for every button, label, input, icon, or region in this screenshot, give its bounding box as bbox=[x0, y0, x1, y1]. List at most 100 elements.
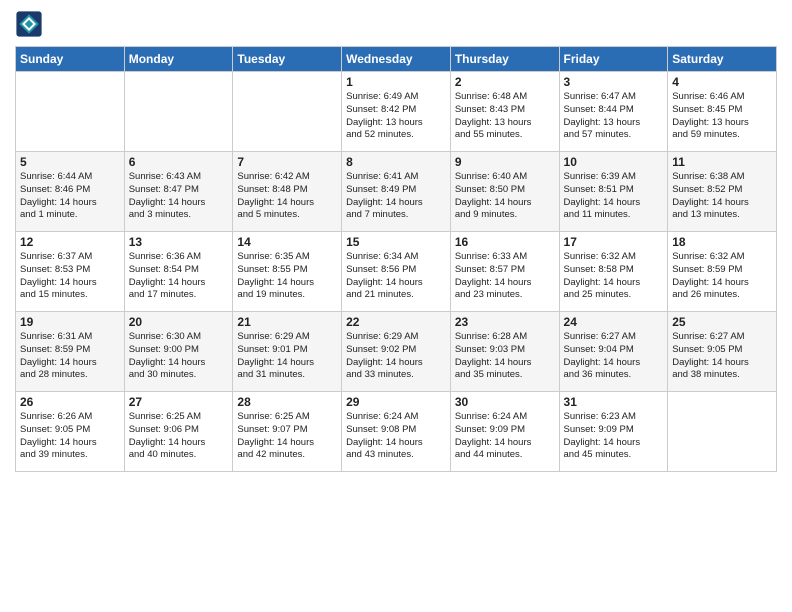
header-wednesday: Wednesday bbox=[342, 47, 451, 72]
day-info: Sunrise: 6:31 AM Sunset: 8:59 PM Dayligh… bbox=[20, 331, 120, 382]
calendar-cell: 25Sunrise: 6:27 AM Sunset: 9:05 PM Dayli… bbox=[668, 312, 777, 392]
calendar-cell: 22Sunrise: 6:29 AM Sunset: 9:02 PM Dayli… bbox=[342, 312, 451, 392]
day-number: 11 bbox=[672, 155, 772, 169]
day-number: 1 bbox=[346, 75, 446, 89]
day-info: Sunrise: 6:25 AM Sunset: 9:07 PM Dayligh… bbox=[237, 411, 337, 462]
calendar-cell bbox=[16, 72, 125, 152]
calendar-week-3: 12 Sunrise: 6:37 AM Sunset: 8:53 PM Dayli… bbox=[16, 232, 777, 312]
calendar-week-2: 5 Sunrise: 6:44 AM Sunset: 8:46 PM Daylig… bbox=[16, 152, 777, 232]
calendar-cell: 26Sunrise: 6:26 AM Sunset: 9:05 PM Dayli… bbox=[16, 392, 125, 472]
header-monday: Monday bbox=[124, 47, 233, 72]
calendar-cell: 18 Sunrise: 6:32 AM Sunset: 8:59 PM Dayli… bbox=[668, 232, 777, 312]
header bbox=[15, 10, 777, 38]
calendar-cell: 6 Sunrise: 6:43 AM Sunset: 8:47 PM Daylig… bbox=[124, 152, 233, 232]
day-info: Sunrise: 6:32 AM Sunset: 8:58 PM Dayligh… bbox=[564, 251, 664, 302]
day-number: 2 bbox=[455, 75, 555, 89]
calendar-week-1: 1 Sunrise: 6:49 AM Sunset: 8:42 PM Daylig… bbox=[16, 72, 777, 152]
day-number: 31 bbox=[564, 395, 664, 409]
day-info: Sunrise: 6:32 AM Sunset: 8:59 PM Dayligh… bbox=[672, 251, 772, 302]
day-number: 15 bbox=[346, 235, 446, 249]
day-info: Sunrise: 6:27 AM Sunset: 9:05 PM Dayligh… bbox=[672, 331, 772, 382]
calendar-cell: 5 Sunrise: 6:44 AM Sunset: 8:46 PM Daylig… bbox=[16, 152, 125, 232]
day-number: 9 bbox=[455, 155, 555, 169]
calendar-cell: 4 Sunrise: 6:46 AM Sunset: 8:45 PM Daylig… bbox=[668, 72, 777, 152]
calendar-cell: 11 Sunrise: 6:38 AM Sunset: 8:52 PM Dayli… bbox=[668, 152, 777, 232]
calendar-cell: 9 Sunrise: 6:40 AM Sunset: 8:50 PM Daylig… bbox=[450, 152, 559, 232]
calendar-cell: 10 Sunrise: 6:39 AM Sunset: 8:51 PM Dayli… bbox=[559, 152, 668, 232]
calendar-cell: 16 Sunrise: 6:33 AM Sunset: 8:57 PM Dayli… bbox=[450, 232, 559, 312]
day-number: 23 bbox=[455, 315, 555, 329]
day-number: 21 bbox=[237, 315, 337, 329]
calendar-cell: 8 Sunrise: 6:41 AM Sunset: 8:49 PM Daylig… bbox=[342, 152, 451, 232]
day-number: 16 bbox=[455, 235, 555, 249]
calendar-cell: 15 Sunrise: 6:34 AM Sunset: 8:56 PM Dayli… bbox=[342, 232, 451, 312]
calendar-cell: 30 Sunrise: 6:24 AM Sunset: 9:09 PM Dayli… bbox=[450, 392, 559, 472]
day-info: Sunrise: 6:37 AM Sunset: 8:53 PM Dayligh… bbox=[20, 251, 120, 302]
calendar-cell: 1 Sunrise: 6:49 AM Sunset: 8:42 PM Daylig… bbox=[342, 72, 451, 152]
day-info: Sunrise: 6:36 AM Sunset: 8:54 PM Dayligh… bbox=[129, 251, 229, 302]
header-friday: Friday bbox=[559, 47, 668, 72]
day-info: Sunrise: 6:43 AM Sunset: 8:47 PM Dayligh… bbox=[129, 171, 229, 222]
calendar-week-5: 26Sunrise: 6:26 AM Sunset: 9:05 PM Dayli… bbox=[16, 392, 777, 472]
calendar-cell: 23Sunrise: 6:28 AM Sunset: 9:03 PM Dayli… bbox=[450, 312, 559, 392]
day-info: Sunrise: 6:46 AM Sunset: 8:45 PM Dayligh… bbox=[672, 91, 772, 142]
calendar-cell: 31 Sunrise: 6:23 AM Sunset: 9:09 PM Dayli… bbox=[559, 392, 668, 472]
day-info: Sunrise: 6:35 AM Sunset: 8:55 PM Dayligh… bbox=[237, 251, 337, 302]
day-number: 22 bbox=[346, 315, 446, 329]
calendar-cell: 17Sunrise: 6:32 AM Sunset: 8:58 PM Dayli… bbox=[559, 232, 668, 312]
header-saturday: Saturday bbox=[668, 47, 777, 72]
day-number: 30 bbox=[455, 395, 555, 409]
header-sunday: Sunday bbox=[16, 47, 125, 72]
day-number: 5 bbox=[20, 155, 120, 169]
day-number: 3 bbox=[564, 75, 664, 89]
day-number: 13 bbox=[129, 235, 229, 249]
day-info: Sunrise: 6:29 AM Sunset: 9:01 PM Dayligh… bbox=[237, 331, 337, 382]
day-number: 14 bbox=[237, 235, 337, 249]
page: SundayMondayTuesdayWednesdayThursdayFrid… bbox=[0, 0, 792, 612]
calendar-table: SundayMondayTuesdayWednesdayThursdayFrid… bbox=[15, 46, 777, 472]
day-info: Sunrise: 6:48 AM Sunset: 8:43 PM Dayligh… bbox=[455, 91, 555, 142]
calendar-week-4: 19 Sunrise: 6:31 AM Sunset: 8:59 PM Dayli… bbox=[16, 312, 777, 392]
day-info: Sunrise: 6:42 AM Sunset: 8:48 PM Dayligh… bbox=[237, 171, 337, 222]
day-info: Sunrise: 6:40 AM Sunset: 8:50 PM Dayligh… bbox=[455, 171, 555, 222]
day-info: Sunrise: 6:27 AM Sunset: 9:04 PM Dayligh… bbox=[564, 331, 664, 382]
calendar-cell: 19 Sunrise: 6:31 AM Sunset: 8:59 PM Dayli… bbox=[16, 312, 125, 392]
day-info: Sunrise: 6:34 AM Sunset: 8:56 PM Dayligh… bbox=[346, 251, 446, 302]
header-thursday: Thursday bbox=[450, 47, 559, 72]
day-info: Sunrise: 6:49 AM Sunset: 8:42 PM Dayligh… bbox=[346, 91, 446, 142]
day-number: 24 bbox=[564, 315, 664, 329]
calendar-cell: 28 Sunrise: 6:25 AM Sunset: 9:07 PM Dayli… bbox=[233, 392, 342, 472]
header-tuesday: Tuesday bbox=[233, 47, 342, 72]
day-number: 10 bbox=[564, 155, 664, 169]
calendar-cell: 20Sunrise: 6:30 AM Sunset: 9:00 PM Dayli… bbox=[124, 312, 233, 392]
day-info: Sunrise: 6:47 AM Sunset: 8:44 PM Dayligh… bbox=[564, 91, 664, 142]
day-number: 4 bbox=[672, 75, 772, 89]
day-info: Sunrise: 6:39 AM Sunset: 8:51 PM Dayligh… bbox=[564, 171, 664, 222]
day-info: Sunrise: 6:24 AM Sunset: 9:09 PM Dayligh… bbox=[455, 411, 555, 462]
day-info: Sunrise: 6:23 AM Sunset: 9:09 PM Dayligh… bbox=[564, 411, 664, 462]
calendar-cell: 3 Sunrise: 6:47 AM Sunset: 8:44 PM Daylig… bbox=[559, 72, 668, 152]
calendar-cell: 12 Sunrise: 6:37 AM Sunset: 8:53 PM Dayli… bbox=[16, 232, 125, 312]
calendar-cell: 14 Sunrise: 6:35 AM Sunset: 8:55 PM Dayli… bbox=[233, 232, 342, 312]
day-number: 8 bbox=[346, 155, 446, 169]
day-info: Sunrise: 6:30 AM Sunset: 9:00 PM Dayligh… bbox=[129, 331, 229, 382]
day-number: 19 bbox=[20, 315, 120, 329]
day-number: 6 bbox=[129, 155, 229, 169]
day-number: 12 bbox=[20, 235, 120, 249]
day-info: Sunrise: 6:33 AM Sunset: 8:57 PM Dayligh… bbox=[455, 251, 555, 302]
calendar-cell bbox=[124, 72, 233, 152]
calendar-cell: 29Sunrise: 6:24 AM Sunset: 9:08 PM Dayli… bbox=[342, 392, 451, 472]
calendar-header-row: SundayMondayTuesdayWednesdayThursdayFrid… bbox=[16, 47, 777, 72]
calendar-cell: 13 Sunrise: 6:36 AM Sunset: 8:54 PM Dayli… bbox=[124, 232, 233, 312]
day-info: Sunrise: 6:41 AM Sunset: 8:49 PM Dayligh… bbox=[346, 171, 446, 222]
day-number: 18 bbox=[672, 235, 772, 249]
calendar-cell bbox=[233, 72, 342, 152]
day-info: Sunrise: 6:25 AM Sunset: 9:06 PM Dayligh… bbox=[129, 411, 229, 462]
calendar-cell: 27Sunrise: 6:25 AM Sunset: 9:06 PM Dayli… bbox=[124, 392, 233, 472]
day-number: 28 bbox=[237, 395, 337, 409]
day-info: Sunrise: 6:38 AM Sunset: 8:52 PM Dayligh… bbox=[672, 171, 772, 222]
calendar-cell: 24 Sunrise: 6:27 AM Sunset: 9:04 PM Dayli… bbox=[559, 312, 668, 392]
day-info: Sunrise: 6:44 AM Sunset: 8:46 PM Dayligh… bbox=[20, 171, 120, 222]
day-number: 7 bbox=[237, 155, 337, 169]
calendar-cell: 21 Sunrise: 6:29 AM Sunset: 9:01 PM Dayli… bbox=[233, 312, 342, 392]
